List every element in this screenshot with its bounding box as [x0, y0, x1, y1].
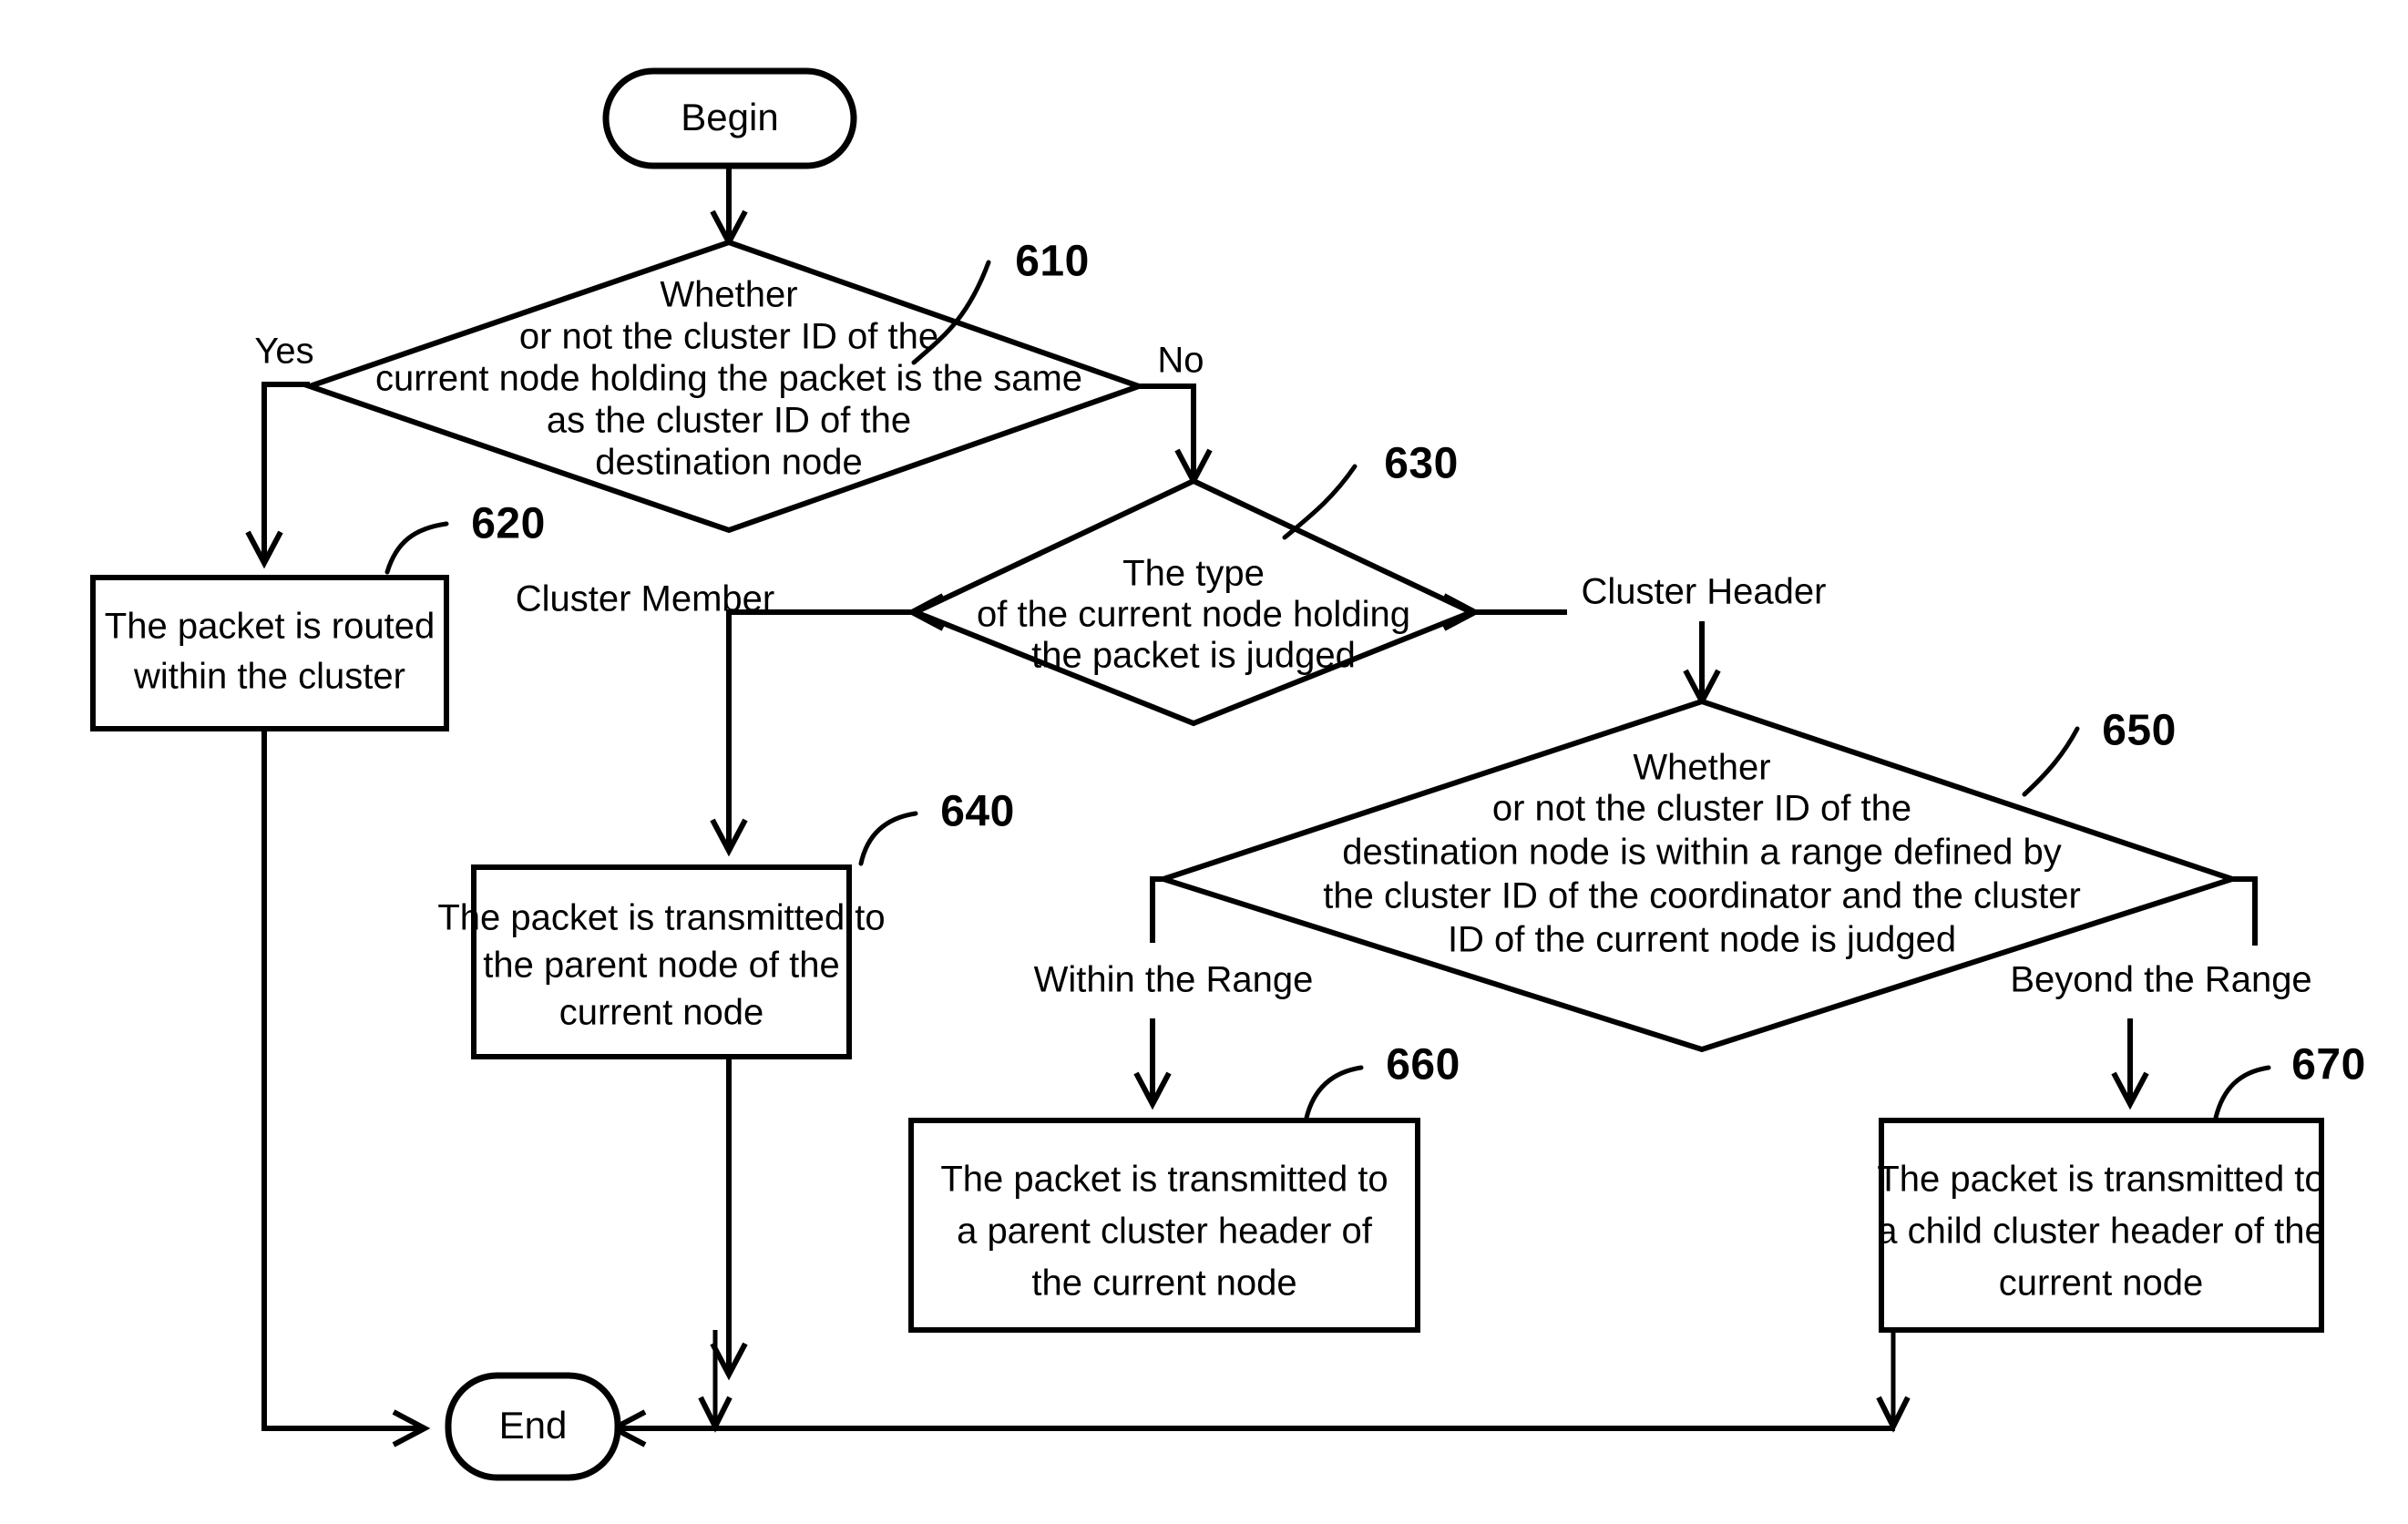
- ref-callout-660: 660: [1304, 1041, 1460, 1120]
- node-630-line-3: the packet is judged: [1031, 636, 1356, 676]
- node-process-660[interactable]: The packet is transmitted to a parent cl…: [908, 1118, 1420, 1333]
- connector-610-yes-to-620: [245, 382, 310, 569]
- ref-630-label: 630: [1384, 440, 1459, 488]
- node-620-line-2: within the cluster: [133, 657, 405, 697]
- node-begin[interactable]: Begin: [602, 67, 857, 169]
- node-650-line-4: the cluster ID of the coordinator and th…: [1323, 876, 2081, 916]
- node-650-line-3: destination node is within a range defin…: [1342, 833, 2061, 873]
- ref-callout-620: 620: [384, 500, 546, 575]
- node-670-line-1: The packet is transmitted to: [1877, 1160, 2324, 1200]
- connector-620-to-end: [261, 729, 431, 1447]
- node-end-label: End: [499, 1404, 568, 1447]
- connector-begin-to-610: [710, 166, 748, 249]
- node-660-line-3: the current node: [1031, 1263, 1296, 1304]
- connector-670-to-end: [1876, 1330, 1911, 1433]
- ref-callout-650: 650: [2022, 707, 2177, 797]
- node-process-670[interactable]: The packet is transmitted to a child clu…: [1877, 1118, 2325, 1333]
- flowchart-canvas: Begin Whether or not the cluster ID of t…: [0, 0, 2408, 1524]
- node-process-620[interactable]: The packet is routed within the cluster: [90, 575, 449, 731]
- node-670-line-3: current node: [1999, 1263, 2204, 1304]
- ref-620-label: 620: [471, 500, 546, 548]
- edge-label-within-range: Within the Range: [1034, 960, 1314, 1000]
- node-610-line-5: destination node: [595, 443, 863, 483]
- ref-640-label: 640: [940, 788, 1015, 836]
- node-650-line-5: ID of the current node is judged: [1448, 920, 1956, 960]
- node-610-line-2: or not the cluster ID of the: [519, 317, 938, 357]
- ref-650-label: 650: [2102, 707, 2177, 755]
- connector-610-no-to-630: [1139, 384, 1213, 487]
- node-650-line-2: or not the cluster ID of the: [1492, 789, 1911, 829]
- node-670-line-2: a child cluster header of the: [1877, 1212, 2324, 1252]
- ref-callout-670: 670: [2213, 1041, 2366, 1120]
- node-640-line-3: current node: [559, 993, 764, 1033]
- node-640-line-1: The packet is transmitted to: [437, 898, 885, 938]
- node-process-640[interactable]: The packet is transmitted to the parent …: [437, 864, 886, 1059]
- connector-640-to-end: [710, 1057, 748, 1381]
- ref-callout-630: 630: [1282, 440, 1459, 540]
- edge-label-cluster-member: Cluster Member: [516, 579, 775, 619]
- edge-label-beyond-range: Beyond the Range: [2010, 960, 2311, 1000]
- node-650-line-1: Whether: [1633, 748, 1770, 788]
- node-610-line-4: as the cluster ID of the: [547, 401, 911, 441]
- ref-610-label: 610: [1015, 238, 1090, 286]
- connector-660-to-end: [698, 1330, 733, 1433]
- node-630-line-2: of the current node holding: [977, 595, 1410, 635]
- node-begin-label: Begin: [681, 96, 778, 138]
- node-660-line-1: The packet is transmitted to: [940, 1160, 1388, 1200]
- node-610-line-3: current node holding the packet is the s…: [375, 359, 1082, 399]
- connector-merge-rail-to-end: [608, 1409, 1895, 1447]
- node-610-line-1: Whether: [660, 275, 797, 315]
- edge-label-no: No: [1157, 341, 1204, 381]
- node-620-line-1: The packet is routed: [105, 607, 435, 647]
- node-end[interactable]: End: [445, 1372, 621, 1481]
- ref-callout-640: 640: [858, 788, 1015, 866]
- ref-670-label: 670: [2291, 1041, 2366, 1089]
- node-decision-630[interactable]: The type of the current node holding the…: [908, 477, 1479, 727]
- edge-label-yes: Yes: [254, 332, 313, 372]
- edge-label-cluster-header: Cluster Header: [1581, 572, 1826, 612]
- ref-660-label: 660: [1386, 1041, 1460, 1089]
- node-630-line-1: The type: [1122, 554, 1265, 594]
- node-660-line-2: a parent cluster header of: [957, 1212, 1373, 1252]
- node-640-line-2: the parent node of the: [483, 946, 839, 986]
